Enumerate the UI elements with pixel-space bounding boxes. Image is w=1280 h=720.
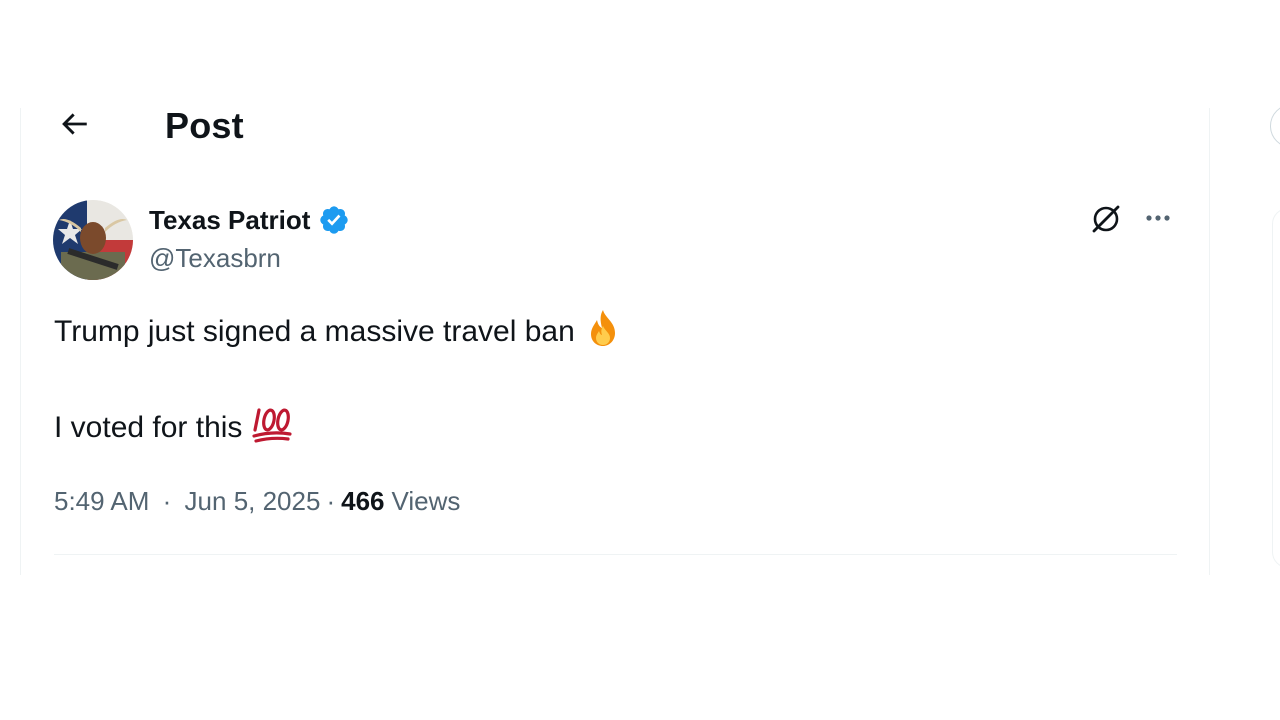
avatar[interactable]	[53, 200, 133, 280]
views-count: 466	[341, 485, 385, 516]
page-title: Post	[165, 105, 244, 146]
arrow-left-icon	[57, 107, 91, 146]
grok-button[interactable]	[1086, 200, 1126, 240]
meta-separator: ·	[162, 485, 172, 516]
post-text-line: I voted for this	[54, 408, 294, 448]
meta-separator: ·	[326, 485, 336, 516]
display-name[interactable]: Texas Patriot	[149, 205, 310, 236]
post-text-line: Trump just signed a massive travel ban	[54, 310, 623, 352]
more-dots-icon	[1142, 202, 1174, 239]
post-text-line-2: I voted for this	[54, 411, 243, 444]
author-handle[interactable]: @Texasbrn	[149, 243, 281, 274]
sidebar-search-edge[interactable]	[1270, 104, 1280, 148]
fire-emoji-icon	[583, 308, 623, 356]
verified-badge-icon[interactable]	[318, 204, 350, 236]
post-timestamp[interactable]: 5:49 AM · Jun 5, 2025	[54, 486, 320, 517]
grok-icon	[1088, 200, 1124, 241]
sidebar-card-edge	[1272, 208, 1280, 568]
post-date: Jun 5, 2025	[184, 485, 321, 516]
more-options-button[interactable]	[1138, 200, 1178, 240]
back-button[interactable]	[50, 104, 98, 148]
post-text-line-1: Trump just signed a massive travel ban	[54, 315, 575, 348]
post-meta: 5:49 AM · Jun 5, 2025 · 466 Views	[54, 484, 460, 518]
views-label: Views	[391, 485, 461, 516]
post-time: 5:49 AM	[54, 485, 150, 516]
divider	[54, 554, 1177, 555]
hundred-points-emoji-icon	[250, 404, 294, 452]
author-name-row: Texas Patriot	[149, 202, 350, 238]
